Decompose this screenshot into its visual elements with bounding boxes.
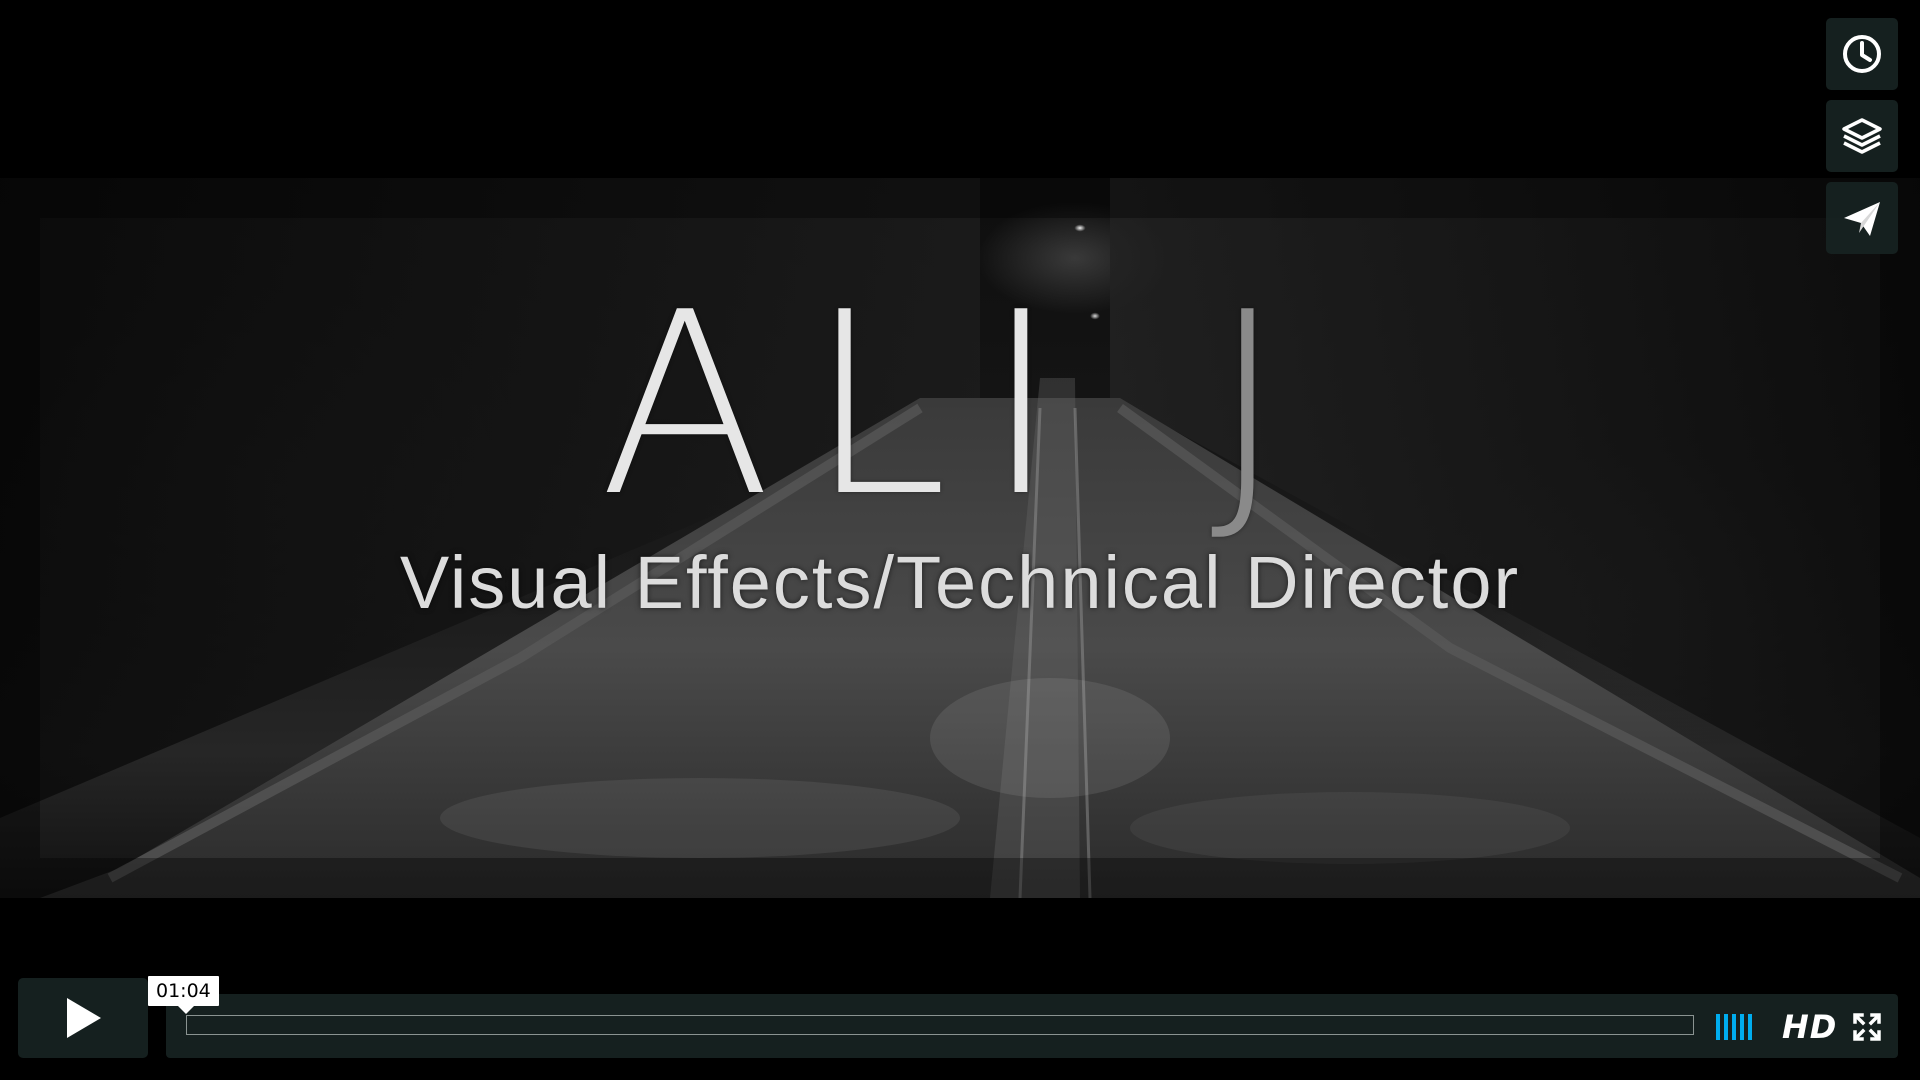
play-button[interactable] bbox=[18, 978, 148, 1058]
layers-icon bbox=[1842, 118, 1882, 154]
title-main-text: ALI bbox=[599, 259, 1095, 552]
volume-control[interactable] bbox=[1716, 1014, 1752, 1040]
video-subtitle-text: Visual Effects/Technical Director bbox=[399, 541, 1521, 624]
clock-icon bbox=[1843, 35, 1881, 73]
video-player[interactable]: ALI J Visual Effects/Technical Director bbox=[0, 0, 1920, 1080]
volume-bar bbox=[1732, 1014, 1736, 1040]
collections-button[interactable] bbox=[1826, 100, 1898, 172]
video-title-text: ALI J bbox=[0, 280, 1920, 532]
fullscreen-icon[interactable] bbox=[1852, 1012, 1882, 1042]
volume-bar bbox=[1716, 1014, 1720, 1040]
hd-toggle[interactable]: HD bbox=[1782, 1008, 1837, 1046]
time-tooltip: 01:04 bbox=[148, 976, 219, 1014]
control-bar: HD bbox=[166, 994, 1898, 1058]
play-icon bbox=[67, 998, 101, 1038]
title-faded-text: J bbox=[1210, 259, 1321, 552]
video-frame[interactable]: ALI J Visual Effects/Technical Director bbox=[0, 178, 1920, 898]
progress-bar[interactable] bbox=[186, 1015, 1694, 1035]
volume-bar bbox=[1740, 1014, 1744, 1040]
share-button[interactable] bbox=[1826, 182, 1898, 254]
volume-bar bbox=[1724, 1014, 1728, 1040]
watch-later-button[interactable] bbox=[1826, 18, 1898, 90]
paper-plane-icon bbox=[1844, 202, 1880, 236]
volume-bar bbox=[1748, 1014, 1752, 1040]
